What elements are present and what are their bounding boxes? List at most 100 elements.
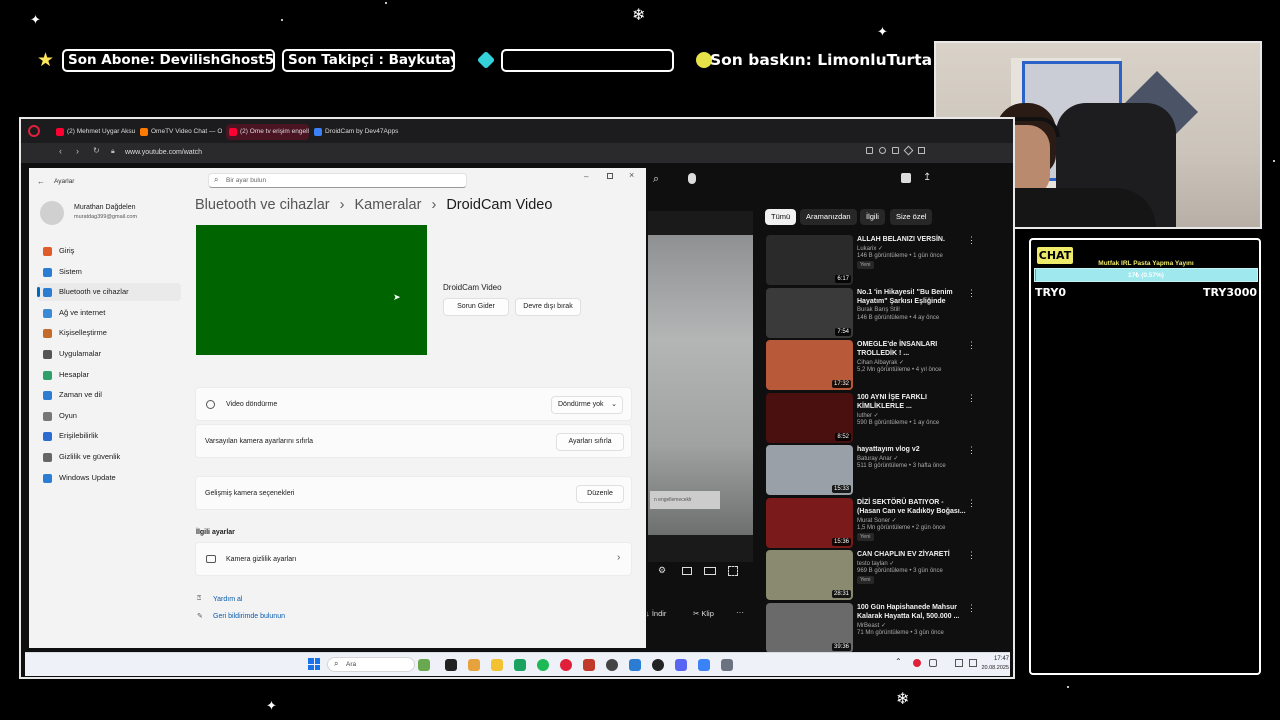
help-link[interactable]: Yardım al [213, 596, 242, 603]
video-thumbnail[interactable]: 8:52 [766, 392, 853, 443]
video-title[interactable]: CAN CHAPLIN EV ZİYARETİ [857, 550, 969, 559]
fullscreen-icon[interactable] [728, 566, 738, 576]
more-vert-icon[interactable]: ⋮ [967, 235, 976, 246]
more-vert-icon[interactable]: ⋮ [967, 445, 976, 456]
video-thumbnail[interactable]: 6:17 [766, 235, 853, 285]
play-icon[interactable] [918, 147, 925, 154]
search-icon[interactable]: ⌕ [653, 173, 659, 186]
advanced-edit-button[interactable]: Düzenle [576, 485, 624, 503]
back-icon[interactable]: ← [37, 177, 45, 186]
video-channel[interactable]: MrBeast ✓ [857, 622, 886, 629]
nav-item[interactable]: Erişilebilirlik [37, 427, 181, 445]
nav-item[interactable]: Kişiselleştirme [37, 324, 181, 342]
reset-button[interactable]: Ayarları sıfırla [556, 433, 624, 451]
disable-button[interactable]: Devre dışı bırak [515, 298, 581, 316]
video-thumbnail[interactable]: 39:36 [766, 602, 853, 653]
store-icon[interactable] [698, 659, 710, 671]
miniplayer-icon[interactable] [682, 567, 692, 575]
browser-tab-1[interactable]: (2) Mehmet Uygar Aksu - [53, 124, 135, 140]
discord-icon[interactable] [675, 659, 687, 671]
task-view-icon[interactable] [445, 659, 457, 671]
video-list-item[interactable]: 15:36 DİZİ SEKTÖRÜ BATIYOR - (Hasan Can v… [766, 497, 1013, 548]
opera-icon[interactable] [560, 659, 572, 671]
video-title[interactable]: 100 AYNI İŞE FARKLI KİMLİKLERLE ... [857, 393, 969, 411]
app-icon[interactable] [583, 659, 595, 671]
forward-icon[interactable]: › [76, 146, 79, 156]
nav-item[interactable]: Giriş [37, 242, 181, 260]
nav-item[interactable]: Zaman ve dil [37, 386, 181, 404]
video-list-item[interactable]: 15:33 hayattayım vlog v2 Baturay Anar ✓ 511… [766, 445, 1013, 495]
explorer-icon[interactable] [468, 659, 480, 671]
more-vert-icon[interactable]: ⋮ [967, 603, 976, 614]
troubleshoot-button[interactable]: Sorun Gider [443, 298, 509, 316]
nav-item[interactable]: Uygulamalar [37, 345, 181, 363]
more-vert-icon[interactable]: ⋮ [967, 393, 976, 404]
url-text[interactable]: www.youtube.com/watch [125, 149, 202, 156]
video-list-item[interactable]: 7:54 No.1 'in Hikayesi! "Bu Benim Hayatım… [766, 287, 1013, 338]
mic-icon[interactable] [929, 659, 937, 667]
filter-chip[interactable]: İlgili [860, 209, 885, 225]
video-list-item[interactable]: 39:36 100 Gün Hapishanede Mahsur Kalarak … [766, 602, 1013, 653]
video-title[interactable]: OMEGLE'de İNSANLARI TROLLEDİK ! ... [857, 340, 969, 358]
video-channel[interactable]: Lukarix ✓ [857, 245, 883, 252]
video-title[interactable]: No.1 'in Hikayesi! "Bu Benim Hayatım" Şa… [857, 288, 969, 306]
camera-icon[interactable] [879, 147, 886, 154]
maximize-button[interactable] [607, 173, 613, 179]
upload-icon[interactable]: ↥ [923, 172, 931, 183]
folder-icon[interactable] [491, 659, 503, 671]
clock-time[interactable]: 17:47 [985, 656, 1009, 662]
more-vert-icon[interactable]: ⋮ [967, 340, 976, 351]
photos-icon[interactable] [629, 659, 641, 671]
video-title[interactable]: DİZİ SEKTÖRÜ BATIYOR - (Hasan Can ve Kad… [857, 498, 969, 516]
taskbar-search[interactable]: ⌕ Ara [327, 657, 415, 672]
video-title[interactable]: 100 Gün Hapishanede Mahsur Kalarak Hayat… [857, 603, 969, 621]
video-thumbnail[interactable]: 7:54 [766, 287, 853, 338]
tray-chevron-icon[interactable]: ⌃ [895, 657, 902, 666]
video-list-item[interactable]: 6:17 ALLAH BELANIZI VERSİN. Lukarix ✓ 146 B… [766, 235, 1013, 285]
nav-item[interactable]: Hesaplar [37, 366, 181, 384]
video-channel[interactable]: Baturay Anar ✓ [857, 455, 898, 462]
opera-logo-icon[interactable] [28, 125, 40, 137]
breadcrumb-cameras[interactable]: Kameralar [355, 197, 422, 213]
video-list-item[interactable]: 17:32 OMEGLE'de İNSANLARI TROLLEDİK ! ...… [766, 340, 1013, 390]
breadcrumb-bluetooth[interactable]: Bluetooth ve cihazlar [195, 197, 330, 213]
video-channel[interactable]: luther ✓ [857, 412, 879, 419]
nav-item[interactable]: Ağ ve internet [37, 304, 181, 322]
nav-item[interactable]: Oyun [37, 407, 181, 425]
video-thumbnail[interactable]: 17:32 [766, 340, 853, 390]
filter-chip[interactable]: Size özel [890, 209, 933, 225]
video-list-item[interactable]: 8:52 100 AYNI İŞE FARKLI KİMLİKLERLE ... l… [766, 392, 1013, 443]
browser-tab-4[interactable]: DroidCam by Dev47Apps [311, 124, 399, 140]
privacy-card[interactable]: Kamera gizlilik ayarları › [195, 542, 632, 576]
more-vert-icon[interactable]: ⋮ [967, 288, 976, 299]
video-channel[interactable]: testo taylan ✓ [857, 560, 894, 567]
settings-icon[interactable] [721, 659, 733, 671]
video-thumbnail[interactable]: 15:36 [766, 497, 853, 548]
nav-item[interactable]: Bluetooth ve cihazlar [37, 283, 181, 302]
edit-icon[interactable] [866, 147, 873, 154]
filter-chip[interactable]: Tümü [765, 209, 797, 225]
spotify-icon[interactable] [537, 659, 549, 671]
more-vert-icon[interactable]: ⋮ [967, 498, 976, 509]
video-title[interactable]: hayattayım vlog v2 [857, 445, 969, 454]
nav-item[interactable]: Windows Update [37, 469, 181, 487]
theater-icon[interactable] [704, 567, 716, 575]
feedback-link[interactable]: Geri bildirimde bulunun [213, 613, 285, 620]
edge-icon[interactable] [514, 659, 526, 671]
video-thumbnail[interactable]: 28:31 [766, 550, 853, 600]
app-icon-2[interactable] [652, 659, 664, 671]
video-list-item[interactable]: 28:31 CAN CHAPLIN EV ZİYARETİ testo taylan… [766, 550, 1013, 600]
clip-button[interactable]: ✂ Klip [693, 609, 714, 618]
obs-icon[interactable] [606, 659, 618, 671]
browser-tab-2[interactable]: OmeTV Video Chat — On [137, 124, 222, 140]
video-channel[interactable]: Murat Soner ✓ [857, 517, 897, 524]
video-channel[interactable]: Burak Barış Still [857, 307, 900, 313]
nav-item[interactable]: Gizlilik ve güvenlik [37, 448, 181, 466]
filter-chip[interactable]: Aramanızdan [800, 209, 857, 225]
reload-icon[interactable]: ↻ [93, 146, 100, 155]
video-title[interactable]: ALLAH BELANIZI VERSİN. [857, 235, 969, 244]
video-channel[interactable]: Cihan Albayrak ✓ [857, 359, 904, 366]
widget-icon[interactable] [418, 659, 430, 671]
nav-item[interactable]: Sistem [37, 263, 181, 281]
clock-date[interactable]: 20.08.2025 [970, 665, 1009, 671]
